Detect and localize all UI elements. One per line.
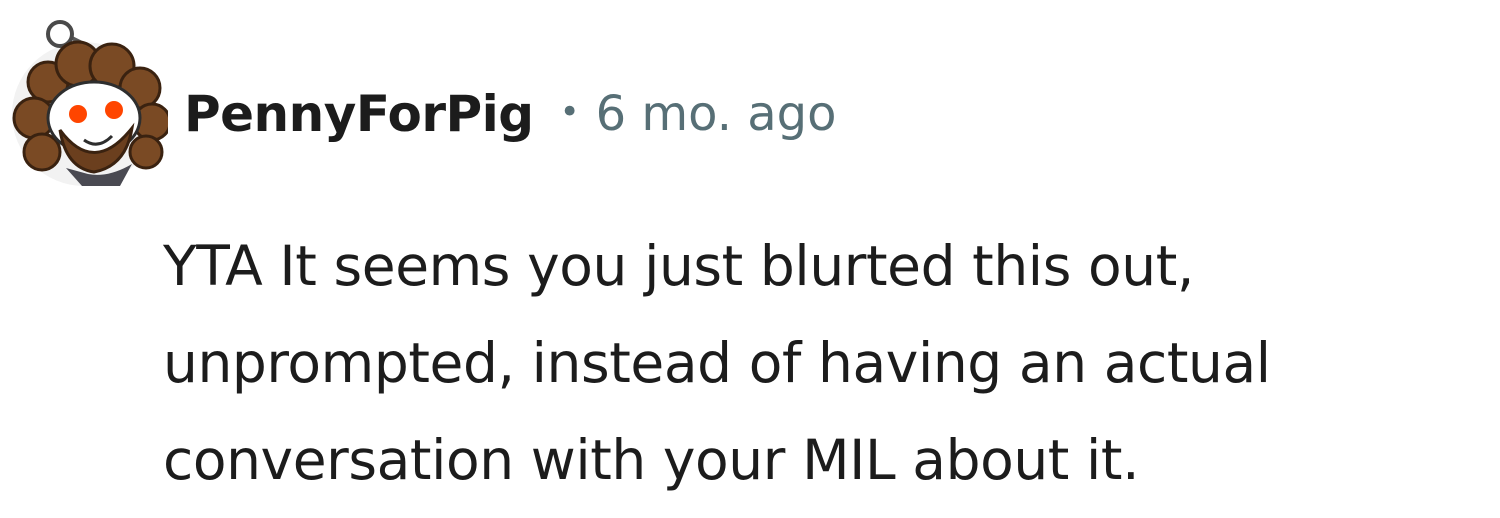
- comment-timestamp[interactable]: 6 mo. ago: [596, 86, 837, 142]
- comment-body-line: unprompted, instead of having an actual: [163, 331, 1271, 395]
- comment-body-line: YTA It seems you just blurted this out,: [163, 234, 1194, 298]
- comment: PennyForPig • 6 mo. ago YTA It seems you…: [0, 0, 1500, 518]
- comment-body: YTA It seems you just blurted this out, …: [163, 218, 1483, 509]
- user-avatar[interactable]: [8, 18, 172, 186]
- snoo-avatar-icon: [12, 20, 172, 186]
- comment-header: PennyForPig • 6 mo. ago: [184, 78, 836, 150]
- author-username[interactable]: PennyForPig: [184, 85, 534, 143]
- comment-body-line: conversation with your MIL about it.: [163, 428, 1140, 492]
- meta-separator: •: [559, 92, 580, 132]
